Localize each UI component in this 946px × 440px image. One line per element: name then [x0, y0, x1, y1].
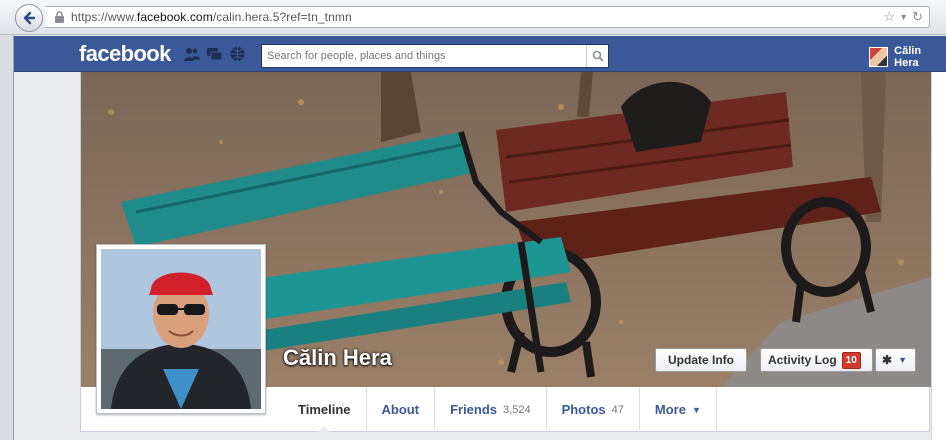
- notifications-icon[interactable]: [229, 46, 246, 62]
- profile-tabs: Timeline About Friends 3,524 Photos 47 M…: [283, 387, 717, 433]
- activity-count-badge: 10: [841, 351, 861, 369]
- search-box: [261, 44, 609, 68]
- profile-section: Călin Hera Update Info Activity Log 10 ✱…: [80, 72, 931, 433]
- tab-photos[interactable]: Photos 47: [547, 387, 640, 432]
- back-arrow-icon: [23, 11, 36, 25]
- activity-log-button[interactable]: Activity Log 10: [760, 348, 873, 372]
- messages-icon[interactable]: [206, 46, 223, 62]
- dropdown-icon[interactable]: ▼: [899, 12, 908, 22]
- tab-label: Photos: [561, 402, 606, 417]
- url-text: https://www.facebook.com/calin.hera.5?re…: [71, 10, 352, 24]
- profile-photo-image: [101, 249, 261, 409]
- refresh-icon[interactable]: ↻: [912, 9, 923, 25]
- search-input[interactable]: [262, 45, 586, 67]
- update-info-button[interactable]: Update Info: [655, 348, 747, 372]
- user-name: Călin Hera: [894, 45, 922, 69]
- tab-more[interactable]: More ▼: [640, 387, 717, 432]
- tab-timeline[interactable]: Timeline: [283, 387, 367, 433]
- browser-toolbar: https://www.facebook.com/calin.hera.5?re…: [0, 0, 946, 35]
- search-icon: [592, 50, 604, 62]
- update-info-label: Update Info: [668, 353, 734, 367]
- tab-friends[interactable]: Friends 3,524: [435, 387, 547, 432]
- settings-dropdown-button[interactable]: ✱ ▼: [875, 348, 916, 372]
- tab-label: Timeline: [298, 402, 351, 417]
- gear-icon: ✱: [882, 353, 893, 367]
- friend-requests-icon[interactable]: [183, 46, 200, 62]
- right-sidebar-edge: [931, 72, 946, 440]
- search-button[interactable]: [586, 45, 608, 67]
- user-avatar-thumbnail: [869, 47, 889, 67]
- address-bar[interactable]: https://www.facebook.com/calin.hera.5?re…: [45, 6, 930, 28]
- profile-name[interactable]: Călin Hera: [283, 345, 392, 371]
- chevron-down-icon: ▼: [898, 355, 907, 365]
- profile-link[interactable]: Călin Hera: [869, 45, 946, 69]
- tab-label: About: [381, 402, 420, 417]
- window-edge: [0, 35, 14, 440]
- lock-icon: [55, 11, 64, 23]
- friends-count: 3,524: [503, 403, 531, 416]
- tab-about[interactable]: About: [367, 387, 436, 432]
- facebook-logo[interactable]: facebook: [79, 41, 171, 67]
- facebook-header: facebook Călin Hera: [14, 36, 946, 72]
- photos-count: 47: [611, 403, 624, 416]
- tab-label: Friends: [450, 402, 498, 417]
- star-icon[interactable]: ☆: [884, 9, 896, 25]
- profile-picture[interactable]: [96, 244, 266, 414]
- chevron-down-icon: ▼: [691, 404, 701, 415]
- back-button[interactable]: [15, 4, 43, 32]
- activity-log-label: Activity Log: [768, 353, 837, 367]
- tab-label: More: [654, 402, 686, 417]
